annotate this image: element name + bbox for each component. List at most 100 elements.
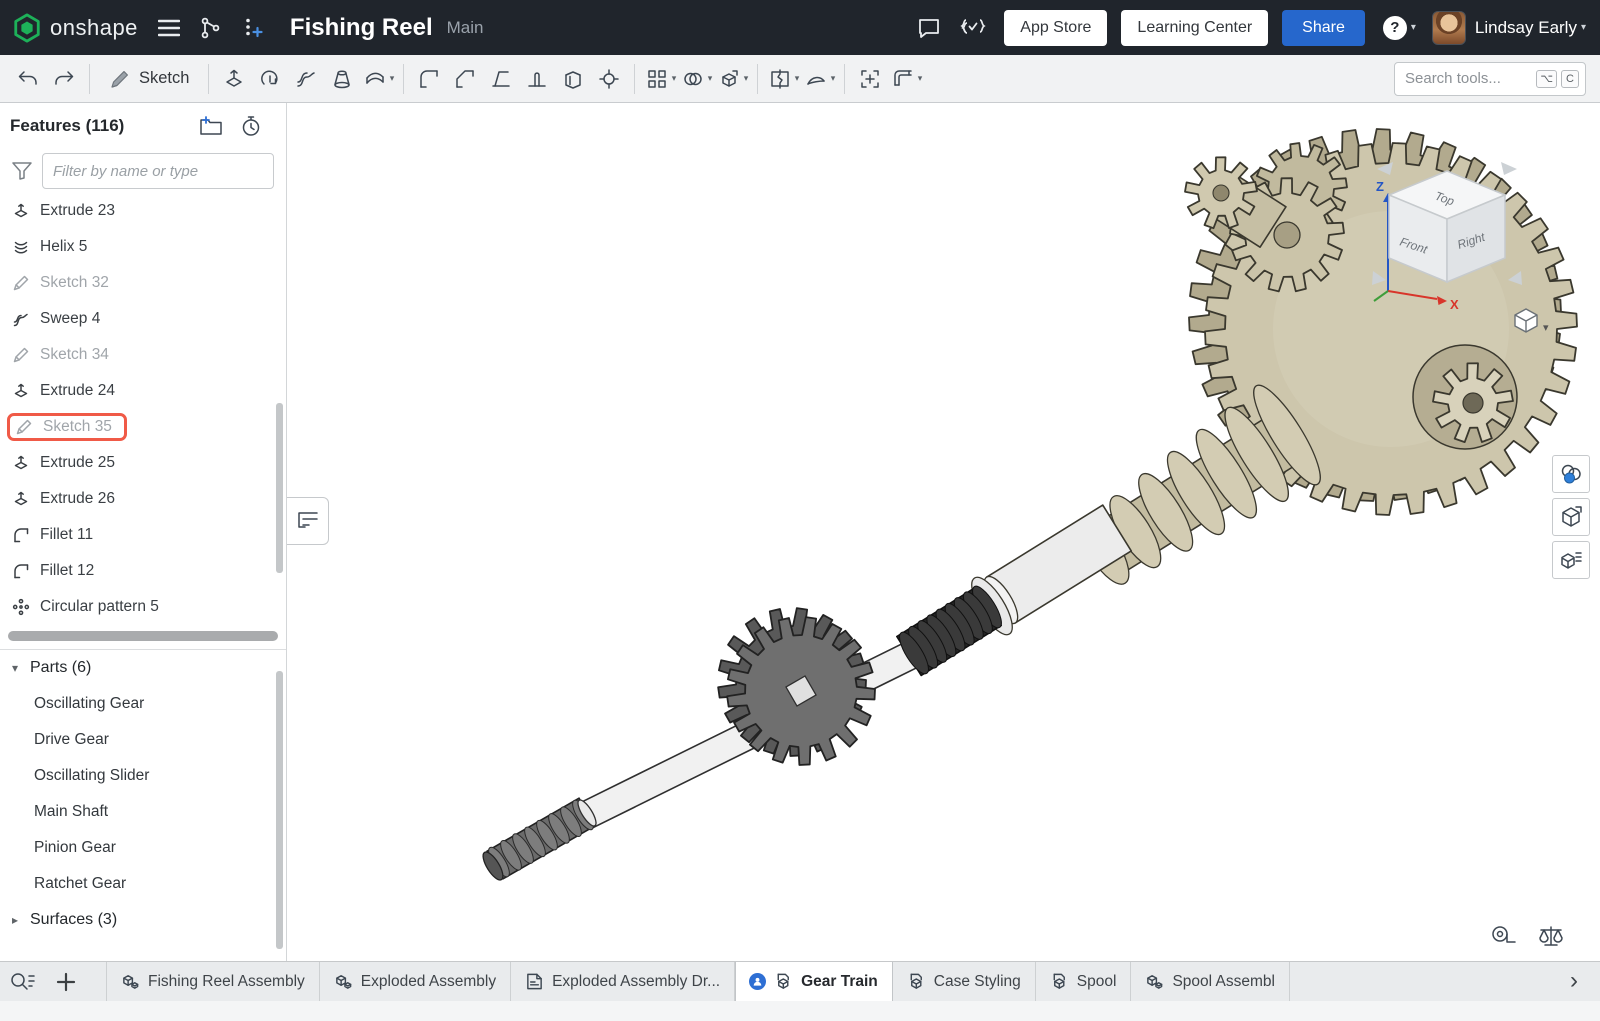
fillet-button[interactable] bbox=[411, 61, 447, 97]
tab-spool[interactable]: Spool bbox=[1036, 962, 1132, 1001]
comments-button[interactable] bbox=[914, 13, 944, 43]
add-tab-button[interactable] bbox=[44, 962, 88, 1001]
main-menu-button[interactable] bbox=[154, 13, 184, 43]
gear-train-model-canvas[interactable]: ZXTopFrontRight▾ bbox=[287, 103, 1600, 961]
feature-item-inner: Extrude 24 bbox=[12, 382, 115, 400]
right-rail bbox=[1552, 455, 1590, 579]
tab-spool-assembl[interactable]: Spool Assembl bbox=[1131, 962, 1290, 1001]
tab-fishing-reel-assembly[interactable]: Fishing Reel Assembly bbox=[106, 962, 320, 1001]
chevron-down-icon[interactable]: ▾ bbox=[1581, 22, 1586, 33]
mass-properties-button[interactable] bbox=[1536, 923, 1566, 949]
workspace-name[interactable]: Main bbox=[447, 18, 484, 38]
feature-item-circular-pattern-5[interactable]: Circular pattern 5 bbox=[0, 589, 286, 625]
measure-tool-button[interactable] bbox=[1488, 923, 1518, 949]
app-store-button[interactable]: App Store bbox=[1004, 10, 1107, 46]
feature-item-sweep-4[interactable]: Sweep 4 bbox=[0, 301, 286, 337]
sheet-metal-button[interactable]: ▾ bbox=[888, 61, 924, 97]
split-button[interactable]: ▾ bbox=[765, 61, 801, 97]
help-icon: ? bbox=[1383, 16, 1407, 40]
feature-item-extrude-25[interactable]: Extrude 25 bbox=[0, 445, 286, 481]
mate-connector-button[interactable] bbox=[852, 61, 888, 97]
tab-exploded-assembly[interactable]: Exploded Assembly bbox=[320, 962, 511, 1001]
user-avatar[interactable] bbox=[1432, 11, 1466, 45]
extrude-button[interactable] bbox=[216, 61, 252, 97]
rollback-history-button[interactable] bbox=[238, 113, 264, 139]
x-axis-label: X bbox=[1450, 297, 1459, 312]
feature-item-fillet-11[interactable]: Fillet 11 bbox=[0, 517, 286, 553]
tab-scroll-right-button[interactable]: › bbox=[1554, 961, 1594, 1001]
feature-item-fillet-12[interactable]: Fillet 12 bbox=[0, 553, 286, 589]
boolean-button[interactable]: ▾ bbox=[678, 61, 714, 97]
versions-graph-button[interactable] bbox=[196, 13, 226, 43]
feature-filter-input[interactable] bbox=[42, 153, 274, 189]
surface-button[interactable]: ▾ bbox=[801, 61, 837, 97]
toolbar-divider bbox=[89, 64, 90, 94]
rib-button[interactable] bbox=[519, 61, 555, 97]
part-item-pinion-gear[interactable]: Pinion Gear bbox=[0, 830, 286, 866]
features-vertical-scrollbar[interactable] bbox=[276, 403, 283, 573]
sketch-icon bbox=[12, 274, 30, 292]
rollback-bar[interactable] bbox=[8, 631, 278, 641]
shell-button[interactable] bbox=[555, 61, 591, 97]
feature-item-extrude-23[interactable]: Extrude 23 bbox=[0, 193, 286, 229]
part-item-ratchet-gear[interactable]: Ratchet Gear bbox=[0, 866, 286, 902]
help-menu-button[interactable]: ? ▾ bbox=[1383, 16, 1416, 40]
share-button[interactable]: Share bbox=[1282, 10, 1365, 46]
chevron-down-icon[interactable]: ▾ bbox=[918, 73, 923, 84]
parts-vertical-scrollbar[interactable] bbox=[276, 671, 283, 949]
part-item-oscillating-slider[interactable]: Oscillating Slider bbox=[0, 758, 286, 794]
chevron-down-icon[interactable]: ▾ bbox=[744, 73, 749, 84]
exploded-views-button[interactable] bbox=[1552, 541, 1590, 579]
undo-button[interactable] bbox=[10, 61, 46, 97]
view-cube[interactable] bbox=[1389, 171, 1505, 282]
user-menu[interactable]: Lindsay Early bbox=[1475, 18, 1577, 38]
feature-item-sketch-35[interactable]: Sketch 35 bbox=[0, 409, 286, 445]
surfaces-section-header[interactable]: ▸ Surfaces (3) bbox=[0, 902, 286, 938]
revolve-button[interactable] bbox=[252, 61, 288, 97]
linear-pattern-button[interactable]: ▾ bbox=[642, 61, 678, 97]
draft-button[interactable] bbox=[483, 61, 519, 97]
features-panel-toggle-button[interactable] bbox=[287, 497, 329, 545]
feature-item-extrude-24[interactable]: Extrude 24 bbox=[0, 373, 286, 409]
part-item-drive-gear[interactable]: Drive Gear bbox=[0, 722, 286, 758]
partstudio-tab-icon bbox=[774, 972, 793, 991]
model-viewport[interactable]: ZXTopFrontRight▾ bbox=[287, 103, 1600, 961]
create-version-button[interactable] bbox=[238, 13, 268, 43]
chevron-down-icon[interactable]: ▾ bbox=[390, 73, 395, 84]
loft-button[interactable] bbox=[324, 61, 360, 97]
sketch-button[interactable]: Sketch bbox=[97, 61, 201, 97]
part-item-oscillating-gear[interactable]: Oscillating Gear bbox=[0, 686, 286, 722]
transform-button[interactable]: ▾ bbox=[714, 61, 750, 97]
mate-connector-icon bbox=[858, 67, 882, 91]
redo-button[interactable] bbox=[46, 61, 82, 97]
chevron-down-icon[interactable]: ▾ bbox=[672, 73, 677, 84]
view-options-button[interactable] bbox=[1515, 309, 1537, 332]
appearances-panel-button[interactable] bbox=[1552, 455, 1590, 493]
tool-strip: ▾ ▾ ▾ ▾ ▾ ▾ ▾ bbox=[216, 61, 924, 97]
tab-manager-button[interactable] bbox=[0, 962, 44, 1001]
tab-gear-train[interactable]: Gear Train bbox=[735, 962, 893, 1001]
tab-exploded-assembly-dr[interactable]: Exploded Assembly Dr... bbox=[511, 962, 735, 1001]
named-views-button[interactable] bbox=[1552, 498, 1590, 536]
tab-case-styling[interactable]: Case Styling bbox=[893, 962, 1036, 1001]
sweep-button[interactable] bbox=[288, 61, 324, 97]
thicken-button[interactable]: ▾ bbox=[360, 61, 396, 97]
undo-icon bbox=[16, 67, 40, 91]
chevron-down-icon[interactable]: ▾ bbox=[831, 73, 836, 84]
feature-item-sketch-34[interactable]: Sketch 34 bbox=[0, 337, 286, 373]
feature-item-helix-5[interactable]: Helix 5 bbox=[0, 229, 286, 265]
chevron-down-icon[interactable]: ▾ bbox=[795, 73, 800, 84]
feature-item-extrude-26[interactable]: Extrude 26 bbox=[0, 481, 286, 517]
hole-button[interactable] bbox=[591, 61, 627, 97]
chamfer-button[interactable] bbox=[447, 61, 483, 97]
new-folder-button[interactable] bbox=[198, 113, 224, 139]
part-item-label: Ratchet Gear bbox=[34, 875, 126, 893]
parts-section-header[interactable]: ▾ Parts (6) bbox=[0, 650, 286, 686]
learning-center-button[interactable]: Learning Center bbox=[1121, 10, 1268, 46]
feature-item-sketch-32[interactable]: Sketch 32 bbox=[0, 265, 286, 301]
chevron-down-icon[interactable]: ▾ bbox=[708, 73, 713, 84]
featurescript-notices-button[interactable] bbox=[958, 13, 988, 43]
onshape-logo[interactable]: onshape bbox=[12, 13, 138, 43]
search-tools-input[interactable] bbox=[1405, 70, 1532, 87]
part-item-main-shaft[interactable]: Main Shaft bbox=[0, 794, 286, 830]
